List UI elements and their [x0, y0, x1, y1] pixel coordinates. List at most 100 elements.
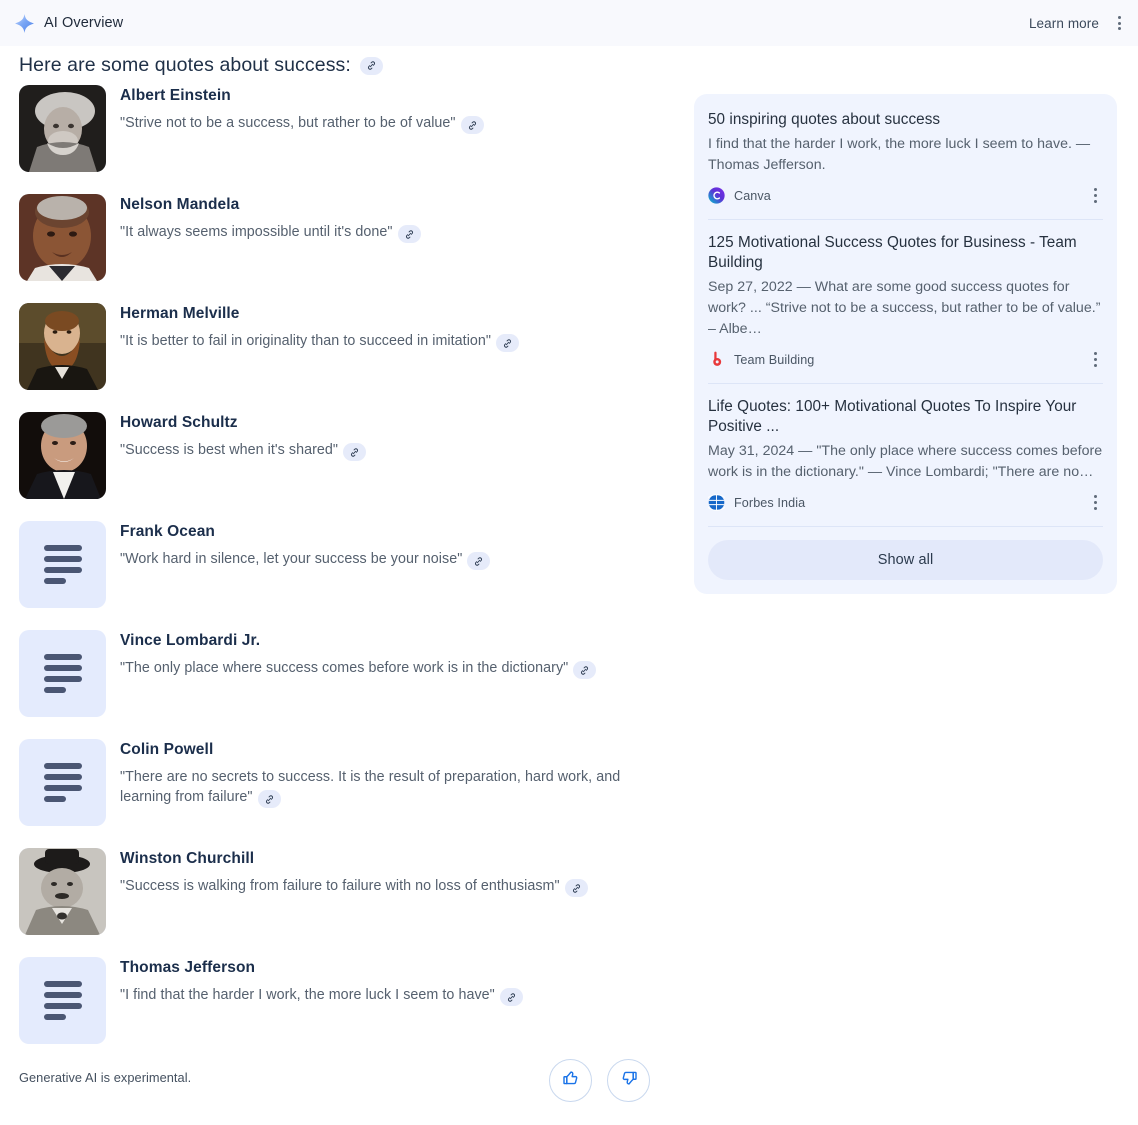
quote-body: Herman Melville "It is better to fail in…	[120, 303, 520, 353]
placeholder-line	[43, 665, 82, 671]
placeholder-line	[43, 992, 82, 998]
feedback-buttons	[549, 1059, 650, 1102]
source-footer: Canva	[708, 187, 1103, 205]
placeholder-line	[43, 676, 82, 682]
quote-text: "There are no secrets to success. It is …	[120, 769, 621, 805]
placeholder-thumbnail[interactable]	[19, 957, 106, 1044]
link-chip-icon[interactable]	[564, 879, 588, 898]
portrait-thumbnail[interactable]	[19, 412, 106, 499]
quote-text: "I find that the harder I work, the more…	[120, 987, 495, 1003]
quote-item: Winston Churchill "Success is walking fr…	[19, 848, 679, 935]
header-right-group: Learn more	[1029, 13, 1138, 33]
quote-text: "Success is best when it's shared"	[120, 442, 339, 458]
quote-item: Vince Lombardi Jr. "The only place where…	[19, 630, 679, 717]
link-chip-icon[interactable]	[460, 116, 484, 135]
portrait-thumbnail[interactable]	[19, 303, 106, 390]
sources-card: 50 inspiring quotes about success I find…	[694, 94, 1117, 594]
quote-author: Winston Churchill	[120, 850, 255, 867]
quote-item: Howard Schultz "Success is best when it'…	[19, 412, 679, 499]
quote-text: "Strive not to be a success, but rather …	[120, 115, 456, 131]
quote-text-row: "Success is walking from failure to fail…	[120, 876, 588, 898]
ai-overview-page: AI Overview Learn more Here are some quo…	[0, 0, 1138, 1125]
quote-body: Howard Schultz "Success is best when it'…	[120, 412, 367, 462]
source-footer: Forbes India	[708, 494, 1103, 512]
header-left-group: AI Overview	[0, 13, 123, 34]
portrait-thumbnail[interactable]	[19, 85, 106, 172]
thumbs-down-button[interactable]	[607, 1059, 650, 1102]
placeholder-line	[44, 687, 66, 693]
source-snippet: I find that the harder I work, the more …	[708, 135, 1091, 173]
intro-line: Here are some quotes about success:	[19, 54, 679, 77]
portrait-thumbnail[interactable]	[19, 848, 106, 935]
placeholder-line	[43, 774, 82, 780]
teambuilding-icon	[708, 351, 725, 368]
quote-item: Nelson Mandela "It always seems impossib…	[19, 194, 679, 281]
placeholder-thumbnail[interactable]	[19, 630, 106, 717]
source-kebab-icon[interactable]	[1087, 351, 1103, 369]
canva-icon	[708, 187, 725, 204]
placeholder-line	[43, 785, 82, 791]
quote-author: Nelson Mandela	[120, 196, 240, 213]
ai-overview-footer: Generative AI is experimental.	[0, 1059, 1138, 1108]
intro-text: Here are some quotes about success:	[19, 54, 351, 76]
placeholder-line	[44, 796, 66, 802]
quote-body: Winston Churchill "Success is walking fr…	[120, 848, 588, 898]
link-chip-icon[interactable]	[573, 661, 597, 680]
quotes-column: Here are some quotes about success: Albe…	[19, 46, 679, 1066]
quote-text-row: "It always seems impossible until it's d…	[120, 222, 421, 244]
placeholder-line	[44, 1014, 66, 1020]
quote-author: Herman Melville	[120, 305, 240, 322]
link-chip-icon[interactable]	[499, 988, 523, 1007]
placeholder-thumbnail[interactable]	[19, 521, 106, 608]
quote-author: Frank Ocean	[120, 523, 216, 540]
source-item: 125 Motivational Success Quotes for Busi…	[708, 233, 1103, 384]
source-title[interactable]: 50 inspiring quotes about success	[708, 110, 1103, 131]
link-chip-icon[interactable]	[467, 552, 491, 571]
source-kebab-icon[interactable]	[1087, 187, 1103, 205]
source-title[interactable]: Life Quotes: 100+ Motivational Quotes To…	[708, 397, 1103, 438]
quote-text-row: "There are no secrets to success. It is …	[120, 767, 625, 809]
kebab-menu-icon[interactable]	[1111, 13, 1127, 33]
link-chip-icon[interactable]	[359, 56, 383, 75]
source-site-name: Canva	[734, 188, 771, 203]
source-title[interactable]: 125 Motivational Success Quotes for Busi…	[708, 233, 1103, 274]
quote-author: Vince Lombardi Jr.	[120, 632, 261, 649]
placeholder-line	[43, 567, 82, 573]
link-chip-icon[interactable]	[397, 225, 421, 244]
link-chip-icon[interactable]	[257, 790, 281, 809]
quote-text: "Success is walking from failure to fail…	[120, 878, 560, 894]
quote-text-row: "It is better to fail in originality tha…	[120, 331, 520, 353]
placeholder-thumbnail[interactable]	[19, 739, 106, 826]
portrait-thumbnail[interactable]	[19, 194, 106, 281]
source-snippet: May 31, 2024 — "The only place where suc…	[708, 442, 1103, 480]
thumbs-down-icon	[619, 1068, 639, 1093]
quote-body: Frank Ocean "Work hard in silence, let y…	[120, 521, 491, 571]
placeholder-line	[44, 578, 66, 584]
show-all-button[interactable]: Show all	[708, 539, 1103, 580]
link-chip-icon[interactable]	[343, 443, 367, 462]
quote-item: Albert Einstein "Strive not to be a succ…	[19, 85, 679, 172]
thumbs-up-button[interactable]	[549, 1059, 592, 1102]
link-chip-icon[interactable]	[496, 334, 520, 353]
quote-text: "The only place where success comes befo…	[120, 660, 569, 676]
quote-item: Colin Powell "There are no secrets to su…	[19, 739, 679, 826]
quote-text-row: "Success is best when it's shared"	[120, 440, 367, 462]
source-item: Life Quotes: 100+ Motivational Quotes To…	[708, 397, 1103, 527]
source-site-name: Team Building	[734, 352, 815, 367]
quote-text-row: "The only place where success comes befo…	[120, 658, 597, 680]
disclaimer-text: Generative AI is experimental.	[19, 1070, 192, 1085]
quote-body: Thomas Jefferson "I find that the harder…	[120, 957, 523, 1007]
source-snippet: Sep 27, 2022 — What are some good succes…	[708, 278, 1101, 337]
quote-item: Thomas Jefferson "I find that the harder…	[19, 957, 679, 1044]
learn-more-link[interactable]: Learn more	[1029, 16, 1099, 31]
quote-text: "It is better to fail in originality tha…	[120, 333, 492, 349]
source-kebab-icon[interactable]	[1087, 494, 1103, 512]
thumbs-up-icon	[561, 1068, 581, 1093]
quote-item: Herman Melville "It is better to fail in…	[19, 303, 679, 390]
placeholder-line	[43, 1003, 82, 1009]
placeholder-line	[43, 654, 82, 660]
globe-icon	[708, 494, 725, 511]
source-item: 50 inspiring quotes about success I find…	[708, 110, 1103, 220]
placeholder-line	[43, 763, 82, 769]
quote-item: Frank Ocean "Work hard in silence, let y…	[19, 521, 679, 608]
